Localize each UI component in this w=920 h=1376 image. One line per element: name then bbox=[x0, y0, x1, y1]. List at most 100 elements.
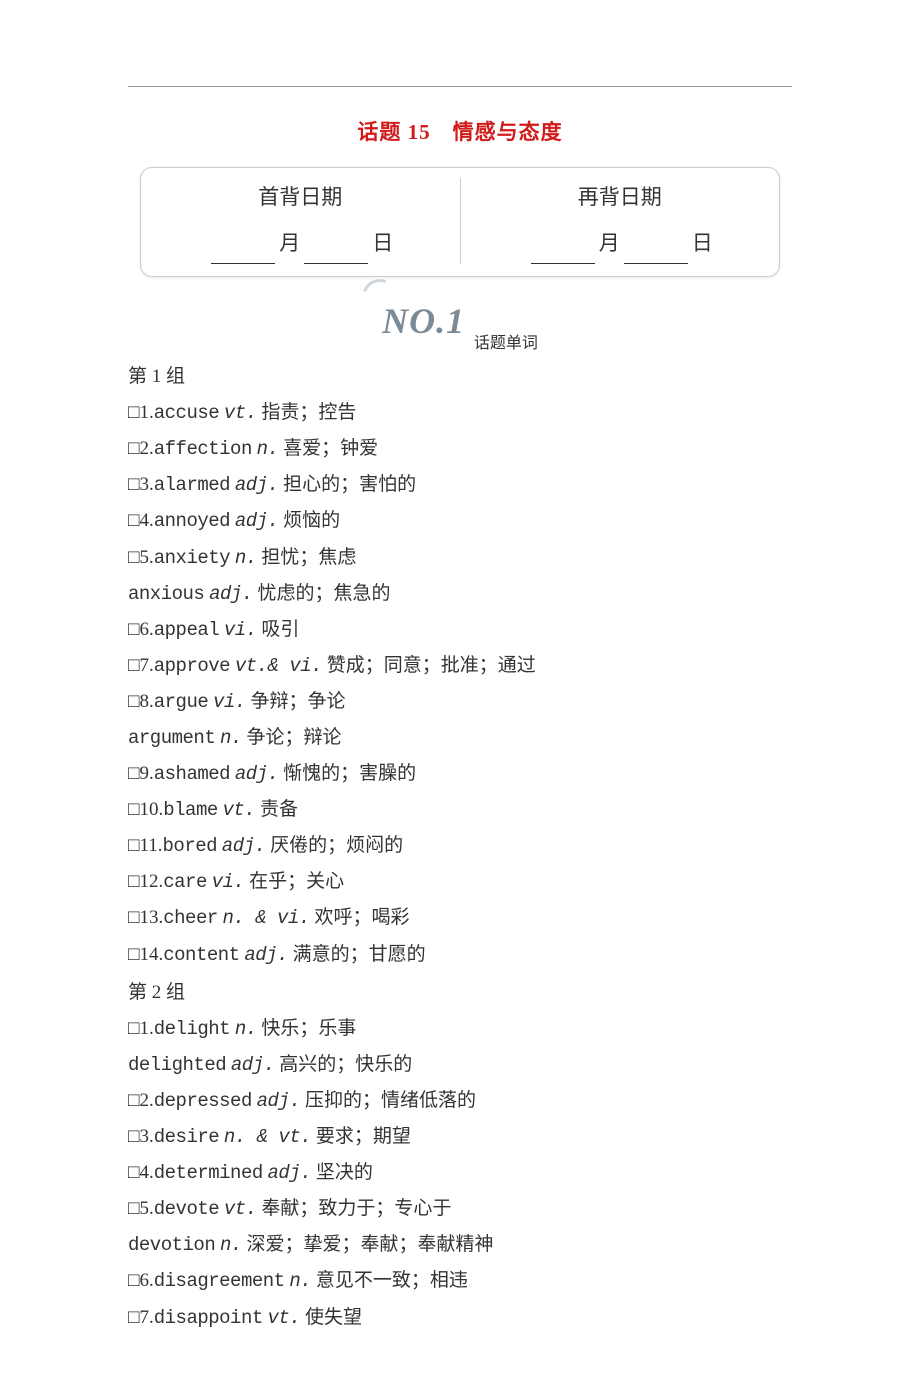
vocabulary-groups: 第 1 组□1.accuse vt. 指责；控告□2.affection n. … bbox=[128, 359, 792, 1336]
entry-word: accuse bbox=[154, 402, 219, 424]
entry-word: cheer bbox=[163, 907, 218, 929]
vocab-entry: □4.annoyed adj. 烦恼的 bbox=[128, 503, 792, 539]
again-day-blank bbox=[624, 242, 688, 264]
entry-number: 6. bbox=[139, 619, 153, 640]
checkbox-icon: □ bbox=[128, 1270, 139, 1291]
entry-word: argue bbox=[154, 691, 209, 713]
entry-pos: n. bbox=[220, 727, 242, 749]
entry-pos: n. bbox=[289, 1270, 311, 1292]
entry-pos: vt. bbox=[224, 1198, 257, 1220]
entry-word: alarmed bbox=[154, 474, 230, 496]
entry-word: disagreement bbox=[154, 1270, 285, 1292]
checkbox-icon: □ bbox=[128, 619, 139, 640]
again-month-blank bbox=[531, 242, 595, 264]
entry-word: desire bbox=[154, 1126, 219, 1148]
checkbox-icon: □ bbox=[128, 1126, 139, 1147]
entry-pos: adj. bbox=[235, 763, 279, 785]
entry-word: affection bbox=[154, 438, 252, 460]
entry-pos: vt. bbox=[223, 799, 256, 821]
entry-pos: vi. bbox=[212, 871, 245, 893]
entry-definition: 指责；控告 bbox=[261, 402, 356, 423]
checkbox-icon: □ bbox=[128, 655, 139, 676]
entry-definition: 欢呼；喝彩 bbox=[314, 907, 409, 928]
entry-word: ashamed bbox=[154, 763, 230, 785]
vocab-entry: □1.accuse vt. 指责；控告 bbox=[128, 395, 792, 431]
entry-number: 1. bbox=[139, 1018, 153, 1039]
entry-number: 5. bbox=[139, 547, 153, 568]
entry-definition: 吸引 bbox=[261, 619, 299, 640]
entry-word: devotion bbox=[128, 1234, 215, 1256]
checkbox-icon: □ bbox=[128, 1162, 139, 1183]
first-day-blank bbox=[304, 242, 368, 264]
entry-definition: 担忧；焦虑 bbox=[261, 547, 356, 568]
entry-number: 4. bbox=[139, 1162, 153, 1183]
entry-definition: 快乐；乐事 bbox=[261, 1018, 356, 1039]
entry-definition: 责备 bbox=[260, 799, 298, 820]
group-heading: 第 2 组 bbox=[128, 975, 792, 1011]
month-char: 月 bbox=[599, 231, 620, 255]
entry-word: argument bbox=[128, 727, 215, 749]
vocab-entry: delighted adj. 高兴的；快乐的 bbox=[128, 1047, 792, 1083]
vocab-entry: □12.care vi. 在乎；关心 bbox=[128, 864, 792, 900]
entry-definition: 厌倦的；烦闷的 bbox=[270, 835, 403, 856]
vocab-entry: □5.devote vt. 奉献；致力于；专心于 bbox=[128, 1191, 792, 1227]
entry-pos: n. & vt. bbox=[224, 1126, 311, 1148]
vocab-entry: argument n. 争论；辩论 bbox=[128, 720, 792, 756]
entry-word: care bbox=[163, 871, 207, 893]
checkbox-icon: □ bbox=[128, 799, 139, 820]
entry-word: blame bbox=[163, 799, 218, 821]
first-month-blank bbox=[211, 242, 275, 264]
entry-definition: 在乎；关心 bbox=[249, 871, 344, 892]
page: 话题 15 情感与态度 首背日期 月日 再背日期 月日 NO.1 话题单词 第 … bbox=[0, 0, 920, 1376]
day-char: 日 bbox=[372, 231, 393, 255]
entry-pos: n. bbox=[235, 1018, 257, 1040]
entry-word: determined bbox=[154, 1162, 263, 1184]
entry-number: 3. bbox=[139, 1126, 153, 1147]
vocab-entry: □2.affection n. 喜爱；钟爱 bbox=[128, 431, 792, 467]
entry-definition: 压抑的；情绪低落的 bbox=[305, 1090, 476, 1111]
checkbox-icon: □ bbox=[128, 402, 139, 423]
entry-pos: adj. bbox=[209, 583, 253, 605]
entry-definition: 惭愧的；害臊的 bbox=[283, 763, 416, 784]
again-memo-date-line: 月日 bbox=[461, 224, 780, 264]
vocab-entry: □3.desire n. & vt. 要求；期望 bbox=[128, 1119, 792, 1155]
vocab-entry: □7.disappoint vt. 使失望 bbox=[128, 1300, 792, 1336]
vocab-entry: □6.appeal vi. 吸引 bbox=[128, 612, 792, 648]
entry-pos: n. & vi. bbox=[223, 907, 310, 929]
vocab-entry: □3.alarmed adj. 担心的；害怕的 bbox=[128, 467, 792, 503]
entry-pos: adj. bbox=[257, 1090, 301, 1112]
entry-word: depressed bbox=[154, 1090, 252, 1112]
entry-number: 7. bbox=[139, 1307, 153, 1328]
vocab-entry: □14.content adj. 满意的；甘愿的 bbox=[128, 937, 792, 973]
entry-pos: adj. bbox=[222, 835, 266, 857]
entry-definition: 争论；辩论 bbox=[247, 727, 342, 748]
vocab-entry: □5.anxiety n. 担忧；焦虑 bbox=[128, 540, 792, 576]
vocab-entry: anxious adj. 忧虑的；焦急的 bbox=[128, 576, 792, 612]
entry-pos: adj. bbox=[235, 510, 279, 532]
entry-word: anxiety bbox=[154, 547, 230, 569]
day-char: 日 bbox=[692, 231, 713, 255]
entry-pos: n. bbox=[235, 547, 257, 569]
entry-pos: vt.& vi. bbox=[235, 655, 322, 677]
entry-definition: 喜爱；钟爱 bbox=[283, 438, 378, 459]
entry-definition: 赞成；同意；批准；通过 bbox=[327, 655, 536, 676]
vocab-entry: □8.argue vi. 争辩；争论 bbox=[128, 684, 792, 720]
entry-definition: 意见不一致；相违 bbox=[316, 1270, 468, 1291]
vocab-entry: □4.determined adj. 坚决的 bbox=[128, 1155, 792, 1191]
vocab-entry: □2.depressed adj. 压抑的；情绪低落的 bbox=[128, 1083, 792, 1119]
entry-number: 4. bbox=[139, 510, 153, 531]
first-memo-column: 首背日期 月日 bbox=[141, 178, 461, 264]
entry-definition: 忧虑的；焦急的 bbox=[257, 583, 390, 604]
section-number-heading: NO.1 话题单词 bbox=[128, 287, 792, 355]
checkbox-icon: □ bbox=[128, 474, 139, 495]
entry-pos: vi. bbox=[213, 691, 246, 713]
entry-word: delighted bbox=[128, 1054, 226, 1076]
entry-pos: adj. bbox=[268, 1162, 312, 1184]
first-memo-label: 首背日期 bbox=[141, 178, 460, 218]
entry-definition: 深爱；挚爱；奉献；奉献精神 bbox=[247, 1234, 494, 1255]
entry-number: 1. bbox=[139, 402, 153, 423]
checkbox-icon: □ bbox=[128, 510, 139, 531]
checkbox-icon: □ bbox=[128, 1198, 139, 1219]
checkbox-icon: □ bbox=[128, 691, 139, 712]
entry-number: 13. bbox=[139, 907, 163, 928]
